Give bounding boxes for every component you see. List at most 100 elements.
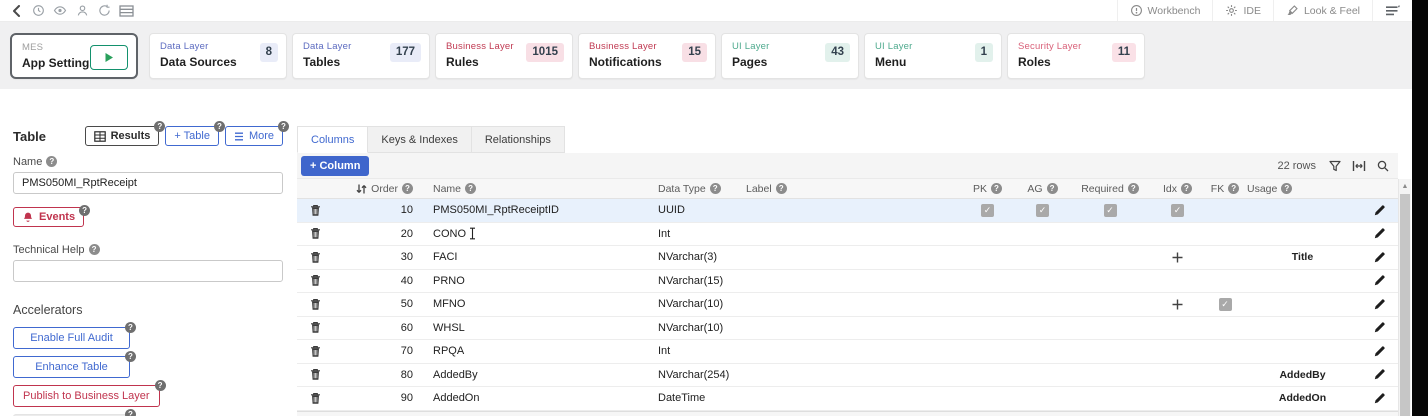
help-icon[interactable]: ?	[1281, 183, 1292, 194]
header-cell-usage[interactable]: Usage?	[1245, 179, 1360, 198]
pencil-icon[interactable]	[1373, 251, 1386, 264]
trash-icon[interactable]	[310, 321, 321, 334]
header-cell-pk[interactable]: PK?	[960, 179, 1015, 198]
pencil-icon[interactable]	[1373, 321, 1386, 334]
scrollbar-thumb[interactable]	[1400, 194, 1410, 416]
table-vertical-scrollbar[interactable]: ▲	[1398, 179, 1411, 416]
accelerator-publish-to-business-layer[interactable]: Publish to Business Layer	[13, 385, 160, 407]
trash-icon[interactable]	[310, 345, 321, 358]
plus-icon[interactable]	[1171, 298, 1184, 311]
header-cell-label[interactable]: Label?	[744, 179, 960, 198]
pencil-icon[interactable]	[1373, 204, 1386, 217]
header-cell-required[interactable]: Required?	[1070, 179, 1150, 198]
card-menu[interactable]: UI LayerMenu1	[864, 33, 1002, 79]
pencil-icon[interactable]	[1373, 227, 1386, 240]
play-button[interactable]	[90, 45, 128, 70]
tab-keys-indexes[interactable]: Keys & Indexes	[368, 126, 471, 153]
header-cell-order[interactable]: Order?	[333, 179, 415, 198]
checkbox-checked[interactable]: ✓	[1036, 204, 1049, 217]
header-cell-fk[interactable]: FK?	[1205, 179, 1245, 198]
table-row[interactable]: 20CONOInt	[297, 223, 1398, 247]
table-row[interactable]: 80AddedByNVarchar(254)AddedBy	[297, 364, 1398, 388]
header-cell-data-type[interactable]: Data Type?	[640, 179, 744, 198]
card-tables[interactable]: Data LayerTables177	[292, 33, 430, 79]
help-icon[interactable]: ?	[214, 121, 225, 132]
help-icon[interactable]: ?	[125, 351, 136, 362]
header-cell-ag[interactable]: AG?	[1015, 179, 1070, 198]
trash-icon[interactable]	[310, 227, 321, 240]
header-cell-name[interactable]: Name?	[415, 179, 640, 198]
pencil-icon[interactable]	[1373, 345, 1386, 358]
trash-icon[interactable]	[310, 368, 321, 381]
accelerator-enhance-table[interactable]: Enhance Table	[13, 356, 130, 378]
tab-relationships[interactable]: Relationships	[472, 126, 565, 153]
toolbar-item-look-feel[interactable]: Look & Feel	[1273, 0, 1372, 21]
help-icon[interactable]: ?	[278, 121, 289, 132]
help-icon[interactable]: ?	[1181, 183, 1192, 194]
table-row[interactable]: 30FACINVarchar(3)Title	[297, 246, 1398, 270]
checkbox-checked[interactable]: ✓	[1104, 204, 1117, 217]
table-name-input[interactable]	[13, 172, 283, 194]
help-icon[interactable]: ?	[154, 121, 165, 132]
help-icon[interactable]: ?	[79, 205, 90, 216]
scroll-up-arrow-icon[interactable]: ▲	[1399, 179, 1411, 193]
checkbox-checked[interactable]: ✓	[1171, 204, 1184, 217]
table-row[interactable]: 90AddedOnDateTimeAddedOn	[297, 387, 1398, 411]
card-app-settings[interactable]: MESApp Settings	[10, 33, 138, 79]
table-row[interactable]: 70RPQAInt	[297, 340, 1398, 364]
technical-help-input[interactable]	[13, 260, 283, 282]
help-icon[interactable]: ?	[125, 409, 136, 416]
card-rules[interactable]: Business LayerRules1015	[435, 33, 573, 79]
help-icon[interactable]: ?	[710, 183, 721, 194]
toolbar-item-workbench[interactable]: Workbench	[1117, 0, 1213, 21]
history-icon[interactable]	[27, 2, 49, 20]
fit-columns-icon[interactable]	[1352, 160, 1366, 172]
help-icon[interactable]: ?	[125, 322, 136, 333]
filter-icon[interactable]	[1329, 160, 1341, 172]
refresh-icon[interactable]	[93, 2, 115, 20]
table-row[interactable]: 50MFNONVarchar(10)✓	[297, 293, 1398, 317]
pencil-icon[interactable]	[1373, 274, 1386, 287]
help-icon[interactable]: ?	[1047, 183, 1058, 194]
table-row[interactable]: 60WHSLNVarchar(10)	[297, 317, 1398, 341]
help-icon[interactable]: ?	[1228, 183, 1239, 194]
toolbar-item-ide[interactable]: IDE	[1212, 0, 1273, 21]
help-icon[interactable]: ?	[1128, 183, 1139, 194]
header-cell-idx[interactable]: Idx?	[1150, 179, 1205, 198]
trash-icon[interactable]	[310, 274, 321, 287]
user-icon[interactable]	[71, 2, 93, 20]
sort-icon[interactable]	[355, 183, 368, 195]
pencil-icon[interactable]	[1373, 392, 1386, 405]
pencil-icon[interactable]	[1373, 368, 1386, 381]
help-icon[interactable]: ?	[155, 380, 166, 391]
card-notifications[interactable]: Business LayerNotifications15	[578, 33, 716, 79]
accelerator-enable-full-audit[interactable]: Enable Full Audit	[13, 327, 130, 349]
trash-icon[interactable]	[310, 251, 321, 264]
help-icon[interactable]: ?	[991, 183, 1002, 194]
table-rows-icon[interactable]	[115, 2, 137, 20]
eye-icon[interactable]	[49, 2, 71, 20]
help-icon[interactable]: ?	[776, 183, 787, 194]
pencil-icon[interactable]	[1373, 298, 1386, 311]
card-data-sources[interactable]: Data LayerData Sources8	[149, 33, 287, 79]
search-icon[interactable]	[1377, 160, 1389, 172]
card-pages[interactable]: UI LayerPages43	[721, 33, 859, 79]
tab-columns[interactable]: Columns	[297, 126, 368, 153]
events-button[interactable]: Events	[13, 207, 84, 227]
help-icon[interactable]: ?	[402, 183, 413, 194]
trash-icon[interactable]	[310, 392, 321, 405]
trash-icon[interactable]	[310, 298, 321, 311]
trash-icon[interactable]	[310, 204, 321, 217]
checkbox-checked[interactable]: ✓	[1219, 298, 1232, 311]
add-table-button[interactable]: + Table	[165, 126, 219, 146]
table-row[interactable]: 10PMS050MI_RptReceiptIDUUID✓✓✓✓	[297, 199, 1398, 223]
plus-icon[interactable]	[1171, 251, 1184, 264]
table-row[interactable]: 40PRNONVarchar(15)	[297, 270, 1398, 294]
help-icon[interactable]: ?	[46, 156, 57, 167]
card-roles[interactable]: Security LayerRoles11	[1007, 33, 1145, 79]
menu-lines-icon[interactable]	[1372, 0, 1412, 21]
back-icon[interactable]	[5, 2, 27, 20]
more-button[interactable]: More	[225, 126, 283, 146]
help-icon[interactable]: ?	[89, 244, 100, 255]
results-button[interactable]: Results	[85, 126, 160, 146]
